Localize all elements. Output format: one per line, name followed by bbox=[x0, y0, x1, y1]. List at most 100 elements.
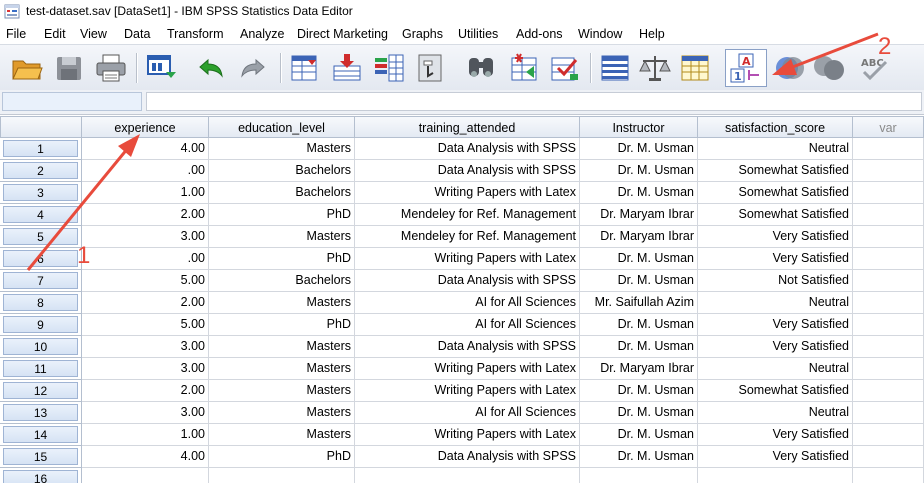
row-header[interactable]: 9 bbox=[0, 314, 82, 336]
select-cases-icon[interactable] bbox=[678, 52, 712, 84]
cell-training-attended[interactable]: Writing Papers with Latex bbox=[355, 182, 580, 204]
cell-satisfaction-score[interactable]: Very Satisfied bbox=[698, 446, 853, 468]
cell-education-level[interactable]: Masters bbox=[209, 138, 355, 160]
row-header[interactable]: 13 bbox=[0, 402, 82, 424]
undo-icon[interactable] bbox=[194, 52, 228, 84]
cell-instructor[interactable]: Dr. M. Usman bbox=[580, 160, 698, 182]
menu-view[interactable]: View bbox=[80, 27, 107, 41]
cell-training-attended[interactable]: Data Analysis with SPSS bbox=[355, 446, 580, 468]
cell-education-level[interactable]: Masters bbox=[209, 358, 355, 380]
insert-variable-icon[interactable] bbox=[548, 52, 582, 84]
cell-instructor[interactable]: Mr. Saifullah Azim bbox=[580, 292, 698, 314]
cell-experience[interactable]: .00 bbox=[82, 248, 209, 270]
column-header-experience[interactable]: experience bbox=[82, 116, 209, 138]
open-folder-icon[interactable] bbox=[10, 52, 44, 84]
cell-instructor[interactable]: Dr. Maryam Ibrar bbox=[580, 204, 698, 226]
row-header[interactable]: 10 bbox=[0, 336, 82, 358]
cell-satisfaction-score[interactable]: Neutral bbox=[698, 358, 853, 380]
cell-training-attended[interactable]: Mendeley for Ref. Management bbox=[355, 204, 580, 226]
cell-instructor[interactable]: Dr. M. Usman bbox=[580, 336, 698, 358]
cell-education-level[interactable]: Masters bbox=[209, 424, 355, 446]
cell-training-attended[interactable]: Data Analysis with SPSS bbox=[355, 138, 580, 160]
cell-training-attended[interactable]: AI for All Sciences bbox=[355, 292, 580, 314]
cell-var[interactable] bbox=[853, 358, 924, 380]
cell-satisfaction-score[interactable]: Neutral bbox=[698, 138, 853, 160]
cell-experience[interactable]: .00 bbox=[82, 160, 209, 182]
cell-instructor[interactable]: Dr. M. Usman bbox=[580, 314, 698, 336]
save-icon[interactable] bbox=[52, 52, 86, 84]
cell-education-level[interactable]: Bachelors bbox=[209, 182, 355, 204]
cell-var[interactable] bbox=[853, 380, 924, 402]
menu-add-ons[interactable]: Add-ons bbox=[516, 27, 563, 41]
cell-training-attended[interactable]: Writing Papers with Latex bbox=[355, 424, 580, 446]
row-header[interactable]: 2 bbox=[0, 160, 82, 182]
cell-experience[interactable]: 3.00 bbox=[82, 336, 209, 358]
cell-training-attended[interactable]: Data Analysis with SPSS bbox=[355, 270, 580, 292]
cell-var[interactable] bbox=[853, 468, 924, 483]
cell-satisfaction-score[interactable]: Very Satisfied bbox=[698, 226, 853, 248]
cell-instructor[interactable]: Dr. M. Usman bbox=[580, 248, 698, 270]
cell-satisfaction-score[interactable] bbox=[698, 468, 853, 483]
column-header-var[interactable]: var bbox=[853, 116, 924, 138]
split-file-icon[interactable] bbox=[598, 52, 632, 84]
menu-edit[interactable]: Edit bbox=[44, 27, 66, 41]
cell-var[interactable] bbox=[853, 402, 924, 424]
cell-experience[interactable]: 4.00 bbox=[82, 446, 209, 468]
cell-satisfaction-score[interactable]: Not Satisfied bbox=[698, 270, 853, 292]
cell-training-attended[interactable]: Writing Papers with Latex bbox=[355, 358, 580, 380]
cell-instructor[interactable]: Dr. M. Usman bbox=[580, 380, 698, 402]
cell-experience[interactable]: 3.00 bbox=[82, 226, 209, 248]
cell-satisfaction-score[interactable]: Neutral bbox=[698, 292, 853, 314]
column-header-instructor[interactable]: Instructor bbox=[580, 116, 698, 138]
cell-experience[interactable]: 5.00 bbox=[82, 270, 209, 292]
menu-transform[interactable]: Transform bbox=[167, 27, 224, 41]
cell-satisfaction-score[interactable]: Very Satisfied bbox=[698, 336, 853, 358]
cell-experience[interactable]: 5.00 bbox=[82, 314, 209, 336]
run-descriptives-icon[interactable] bbox=[414, 52, 448, 84]
cell-var[interactable] bbox=[853, 138, 924, 160]
cell-experience[interactable]: 4.00 bbox=[82, 138, 209, 160]
cell-education-level[interactable]: Bachelors bbox=[209, 270, 355, 292]
recall-dialog-icon[interactable] bbox=[144, 52, 178, 84]
row-header[interactable]: 5 bbox=[0, 226, 82, 248]
cell-instructor[interactable]: Dr. M. Usman bbox=[580, 182, 698, 204]
row-header[interactable]: 7 bbox=[0, 270, 82, 292]
cell-education-level[interactable] bbox=[209, 468, 355, 483]
cell-experience[interactable]: 2.00 bbox=[82, 380, 209, 402]
variables-icon[interactable] bbox=[372, 52, 406, 84]
cell-experience[interactable]: 3.00 bbox=[82, 358, 209, 380]
insert-cases-icon[interactable] bbox=[508, 52, 542, 84]
menu-data[interactable]: Data bbox=[124, 27, 150, 41]
row-header[interactable]: 8 bbox=[0, 292, 82, 314]
cell-training-attended[interactable]: Mendeley for Ref. Management bbox=[355, 226, 580, 248]
cell-var[interactable] bbox=[853, 204, 924, 226]
column-header-education-level[interactable]: education_level bbox=[209, 116, 355, 138]
goto-variable-icon[interactable] bbox=[330, 52, 364, 84]
row-header[interactable]: 15 bbox=[0, 446, 82, 468]
cell-training-attended[interactable]: Writing Papers with Latex bbox=[355, 248, 580, 270]
menu-graphs[interactable]: Graphs bbox=[402, 27, 443, 41]
cell-training-attended[interactable]: Data Analysis with SPSS bbox=[355, 336, 580, 358]
cell-satisfaction-score[interactable]: Somewhat Satisfied bbox=[698, 182, 853, 204]
cell-experience[interactable]: 1.00 bbox=[82, 424, 209, 446]
cell-experience[interactable] bbox=[82, 468, 209, 483]
cell-instructor[interactable] bbox=[580, 468, 698, 483]
cell-var[interactable] bbox=[853, 336, 924, 358]
show-all-variables-icon[interactable] bbox=[812, 52, 846, 84]
menu-window[interactable]: Window bbox=[578, 27, 622, 41]
goto-case-icon[interactable] bbox=[288, 52, 322, 84]
cell-instructor[interactable]: Dr. M. Usman bbox=[580, 402, 698, 424]
cell-var[interactable] bbox=[853, 226, 924, 248]
cell-reference-field[interactable] bbox=[2, 92, 142, 111]
cell-var[interactable] bbox=[853, 182, 924, 204]
menu-utilities[interactable]: Utilities bbox=[458, 27, 498, 41]
redo-icon[interactable] bbox=[236, 52, 270, 84]
cell-satisfaction-score[interactable]: Somewhat Satisfied bbox=[698, 160, 853, 182]
find-icon[interactable] bbox=[464, 52, 498, 84]
cell-satisfaction-score[interactable]: Somewhat Satisfied bbox=[698, 380, 853, 402]
cell-training-attended[interactable]: Writing Papers with Latex bbox=[355, 380, 580, 402]
cell-instructor[interactable]: Dr. M. Usman bbox=[580, 424, 698, 446]
cell-value-field[interactable] bbox=[146, 92, 922, 111]
menu-direct-marketing[interactable]: Direct Marketing bbox=[297, 27, 388, 41]
cell-satisfaction-score[interactable]: Very Satisfied bbox=[698, 248, 853, 270]
